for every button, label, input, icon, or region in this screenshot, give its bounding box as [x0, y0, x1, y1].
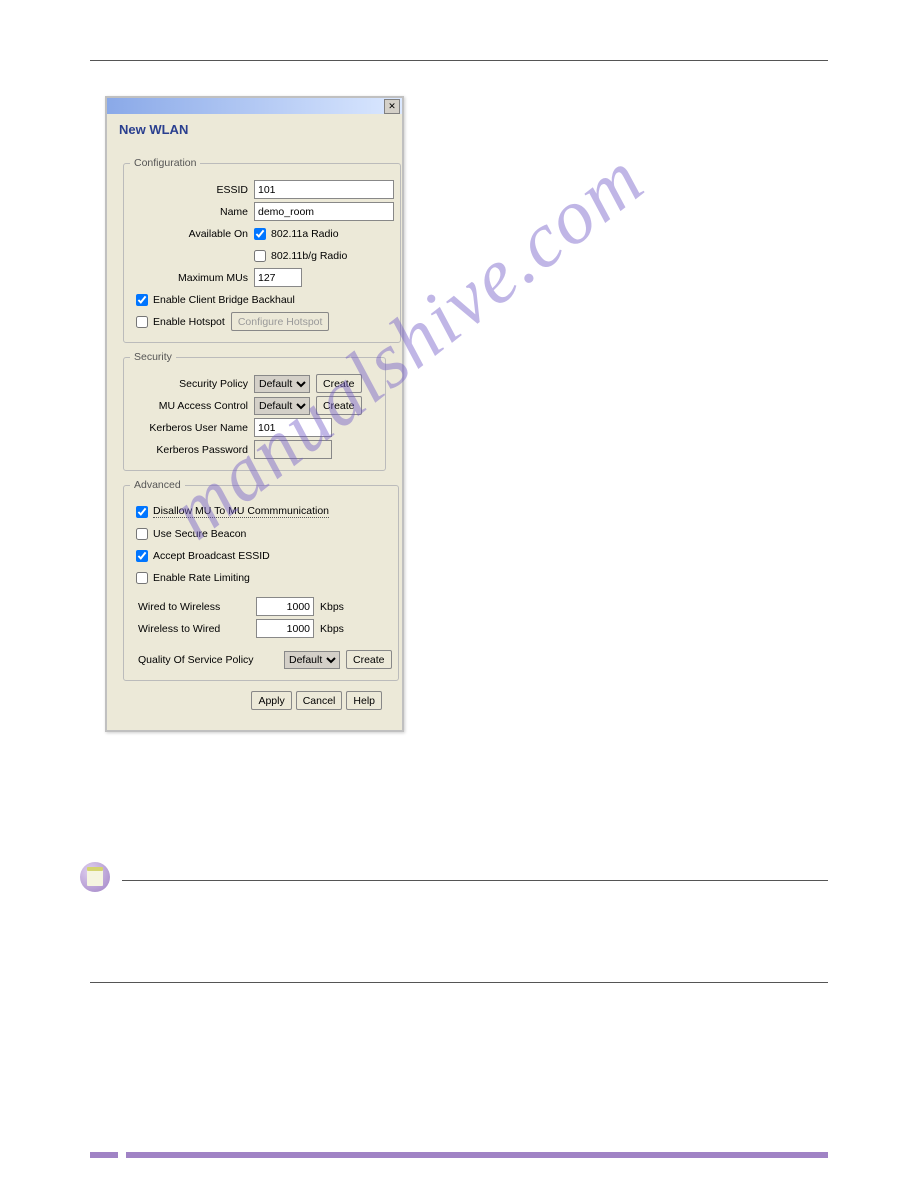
wired-to-wireless-row: Wired to Wireless Kbps [130, 597, 392, 616]
enable-client-bridge-label: Enable Client Bridge Backhaul [153, 294, 295, 306]
disallow-mu-label: Disallow MU To MU Commmunication [153, 505, 329, 518]
max-mus-input[interactable] [254, 268, 302, 287]
close-icon[interactable]: ✕ [384, 99, 400, 114]
rate-limiting-label: Enable Rate Limiting [153, 572, 250, 584]
advanced-fieldset: Advanced Disallow MU To MU Commmunicatio… [123, 479, 399, 681]
secure-beacon-label: Use Secure Beacon [153, 528, 246, 540]
essid-input[interactable] [254, 180, 394, 199]
security-policy-create-button[interactable]: Create [316, 374, 362, 393]
note-section [90, 862, 828, 892]
new-wlan-dialog: ✕ New WLAN Configuration ESSID Name Avai… [105, 96, 404, 732]
secure-beacon-checkbox[interactable] [136, 528, 148, 540]
qos-label: Quality Of Service Policy [130, 654, 284, 666]
mu-access-create-button[interactable]: Create [316, 396, 362, 415]
client-bridge-row: Enable Client Bridge Backhaul [130, 290, 394, 309]
radio-bg-row: 802.11b/g Radio [130, 246, 394, 265]
mu-access-row: MU Access Control Default Create [130, 396, 379, 415]
radio-80211a-checkbox[interactable] [254, 228, 266, 240]
radio-80211bg-checkbox[interactable] [254, 250, 266, 262]
kerberos-pass-label: Kerberos Password [130, 444, 254, 456]
name-input[interactable] [254, 202, 394, 221]
dialog-title: New WLAN [107, 114, 402, 147]
kbps-unit-2: Kbps [320, 623, 344, 635]
section-divider [90, 982, 828, 983]
accept-broadcast-checkbox[interactable] [136, 550, 148, 562]
mu-access-label: MU Access Control [130, 400, 254, 412]
kerberos-pass-input[interactable] [254, 440, 332, 459]
apply-button[interactable]: Apply [251, 691, 291, 710]
wireless-to-wired-label: Wireless to Wired [130, 623, 256, 635]
kerberos-pass-row: Kerberos Password [130, 440, 379, 459]
wired-to-wireless-label: Wired to Wireless [130, 601, 256, 613]
wired-to-wireless-input[interactable] [256, 597, 314, 616]
note-icon [80, 862, 110, 892]
configuration-legend: Configuration [130, 157, 200, 169]
footer-segment-1 [90, 1152, 118, 1158]
available-on-row: Available On 802.11a Radio [130, 224, 394, 243]
security-policy-row: Security Policy Default Create [130, 374, 379, 393]
radio-80211bg-label: 802.11b/g Radio [271, 250, 347, 262]
wireless-to-wired-row: Wireless to Wired Kbps [130, 619, 392, 638]
configuration-fieldset: Configuration ESSID Name Available On 80… [123, 157, 401, 343]
footer-bar [90, 1152, 828, 1158]
accept-broadcast-row: Accept Broadcast ESSID [130, 546, 392, 565]
footer-gap [118, 1152, 126, 1158]
essid-label: ESSID [130, 184, 254, 196]
rate-limiting-row: Enable Rate Limiting [130, 568, 392, 587]
security-policy-select[interactable]: Default [254, 375, 310, 393]
max-mus-label: Maximum MUs [130, 272, 254, 284]
mu-access-select[interactable]: Default [254, 397, 310, 415]
hotspot-row: Enable Hotspot Configure Hotspot [130, 312, 394, 331]
help-button[interactable]: Help [346, 691, 382, 710]
security-policy-label: Security Policy [130, 378, 254, 390]
accept-broadcast-label: Accept Broadcast ESSID [153, 550, 270, 562]
footer-segment-2 [126, 1152, 828, 1158]
qos-select[interactable]: Default [284, 651, 340, 669]
disallow-mu-row: Disallow MU To MU Commmunication [130, 502, 392, 521]
enable-client-bridge-checkbox[interactable] [136, 294, 148, 306]
cancel-button[interactable]: Cancel [296, 691, 343, 710]
dialog-body: Configuration ESSID Name Available On 80… [115, 147, 394, 724]
secure-beacon-row: Use Secure Beacon [130, 524, 392, 543]
kerberos-user-row: Kerberos User Name [130, 418, 379, 437]
security-legend: Security [130, 351, 176, 363]
kerberos-user-label: Kerberos User Name [130, 422, 254, 434]
configure-hotspot-button: Configure Hotspot [231, 312, 330, 331]
qos-create-button[interactable]: Create [346, 650, 392, 669]
qos-row: Quality Of Service Policy Default Create [130, 650, 392, 669]
advanced-legend: Advanced [130, 479, 185, 491]
note-divider [122, 880, 828, 881]
wireless-to-wired-input[interactable] [256, 619, 314, 638]
enable-hotspot-label: Enable Hotspot [153, 316, 225, 328]
enable-hotspot-checkbox[interactable] [136, 316, 148, 328]
essid-row: ESSID [130, 180, 394, 199]
rate-limiting-checkbox[interactable] [136, 572, 148, 584]
dialog-titlebar: ✕ [107, 98, 402, 114]
name-label: Name [130, 206, 254, 218]
security-fieldset: Security Security Policy Default Create … [123, 351, 386, 471]
disallow-mu-checkbox[interactable] [136, 506, 148, 518]
radio-80211a-label: 802.11a Radio [271, 228, 339, 240]
kerberos-user-input[interactable] [254, 418, 332, 437]
page-container: ✕ New WLAN Configuration ESSID Name Avai… [0, 0, 918, 1023]
kbps-unit-1: Kbps [320, 601, 344, 613]
top-divider [90, 60, 828, 61]
dialog-button-row: Apply Cancel Help [123, 689, 386, 716]
available-on-label: Available On [130, 228, 254, 240]
name-row: Name [130, 202, 394, 221]
max-mus-row: Maximum MUs [130, 268, 394, 287]
